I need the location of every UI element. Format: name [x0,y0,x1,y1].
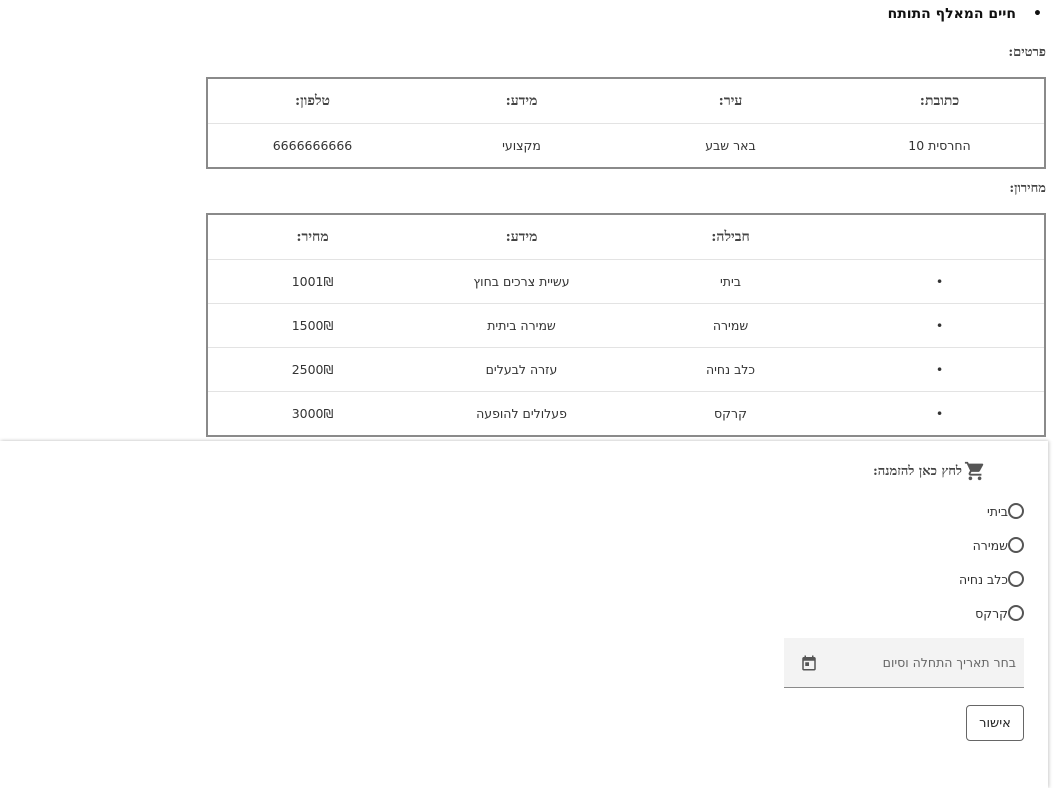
details-header-row: כתובת: עיר: מידע: טלפון: [208,79,1044,124]
row-package: שמירה [626,303,835,348]
row-package: ביתי [626,259,835,304]
pricing-header-row: חבילה: מידע: מחיר: [208,215,1044,260]
header-info: מידע: [417,215,626,260]
row-info: פעלולים להופעה [476,406,567,421]
value-info: מקצועי [502,138,541,153]
table-row: • קרקס פעלולים להופעה 3000₪ [208,392,1044,436]
header-info: מידע: [417,79,626,124]
details-value-row: החרסית 10 באר שבע מקצועי 6666666666 [208,124,1044,168]
value-address: החרסית 10 [908,138,971,153]
date-range-field[interactable] [784,638,1024,688]
order-header: לחץ כאן להזמנה: [873,460,986,482]
trainer-name-text: חיים המאלף התותח [887,6,1016,22]
radio-label: קרקס [975,605,1008,621]
details-table: כתובת: עיר: מידע: טלפון: החרסית 10 באר ש… [206,77,1046,169]
confirm-button[interactable]: אישור [966,705,1024,741]
row-bullet: • [835,347,1044,392]
value-city: באר שבע [705,138,756,153]
radio-button[interactable] [1008,537,1024,553]
radio-option-home[interactable]: ביתי [987,503,1024,519]
row-bullet: • [935,406,944,421]
radio-label: כלב נחיה [958,571,1008,587]
radio-button[interactable] [1008,605,1024,621]
radio-button[interactable] [1008,503,1024,519]
row-price: 2500₪ [208,347,417,392]
row-info: שמירה ביתית [417,303,626,348]
date-range-input[interactable] [816,638,1024,687]
calendar-icon[interactable] [800,654,818,672]
row-info: עשיית צרכים בחוץ [417,259,626,304]
header-phone: טלפון: [208,79,417,124]
table-row: • שמירה שמירה ביתית 1500₪ [208,303,1044,348]
radio-label: שמירה [972,537,1008,553]
trainer-name: • חיים המאלף התותח [887,6,1042,22]
row-price: 1001₪ [208,259,417,304]
header-package: חבילה: [626,215,835,260]
shopping-cart-icon [964,460,986,482]
order-label: לחץ כאן להזמנה: [872,464,962,479]
row-info: עזרה לבעלים [417,347,626,392]
row-price: 3000₪ [291,406,334,421]
header-bullet [835,215,1044,260]
pricing-label: מחירון: [1009,181,1046,196]
header-address: כתובת: [835,79,1044,124]
pricing-table: חבילה: מידע: מחיר: • ביתי עשיית צרכים בח… [206,213,1046,437]
value-phone: 6666666666 [272,138,353,153]
order-card [0,441,1048,788]
row-package: כלב נחיה [626,347,835,392]
header-price: מחיר: [208,215,417,260]
row-bullet: • [835,303,1044,348]
radio-option-guide-dog[interactable]: כלב נחיה [959,571,1024,587]
radio-button[interactable] [1008,571,1024,587]
table-row: • כלב נחיה עזרה לבעלים 2500₪ [208,347,1044,392]
row-price: 1500₪ [208,303,417,348]
details-label: פרטים: [1008,45,1046,60]
radio-option-circus[interactable]: קרקס [975,605,1024,621]
row-package: קרקס [714,406,747,421]
row-bullet: • [835,259,1044,304]
radio-option-guard[interactable]: שמירה [973,537,1024,553]
title-bullet: • [1033,6,1042,22]
radio-label: ביתי [986,503,1008,519]
table-row: • ביתי עשיית צרכים בחוץ 1001₪ [208,259,1044,304]
header-city: עיר: [626,79,835,124]
